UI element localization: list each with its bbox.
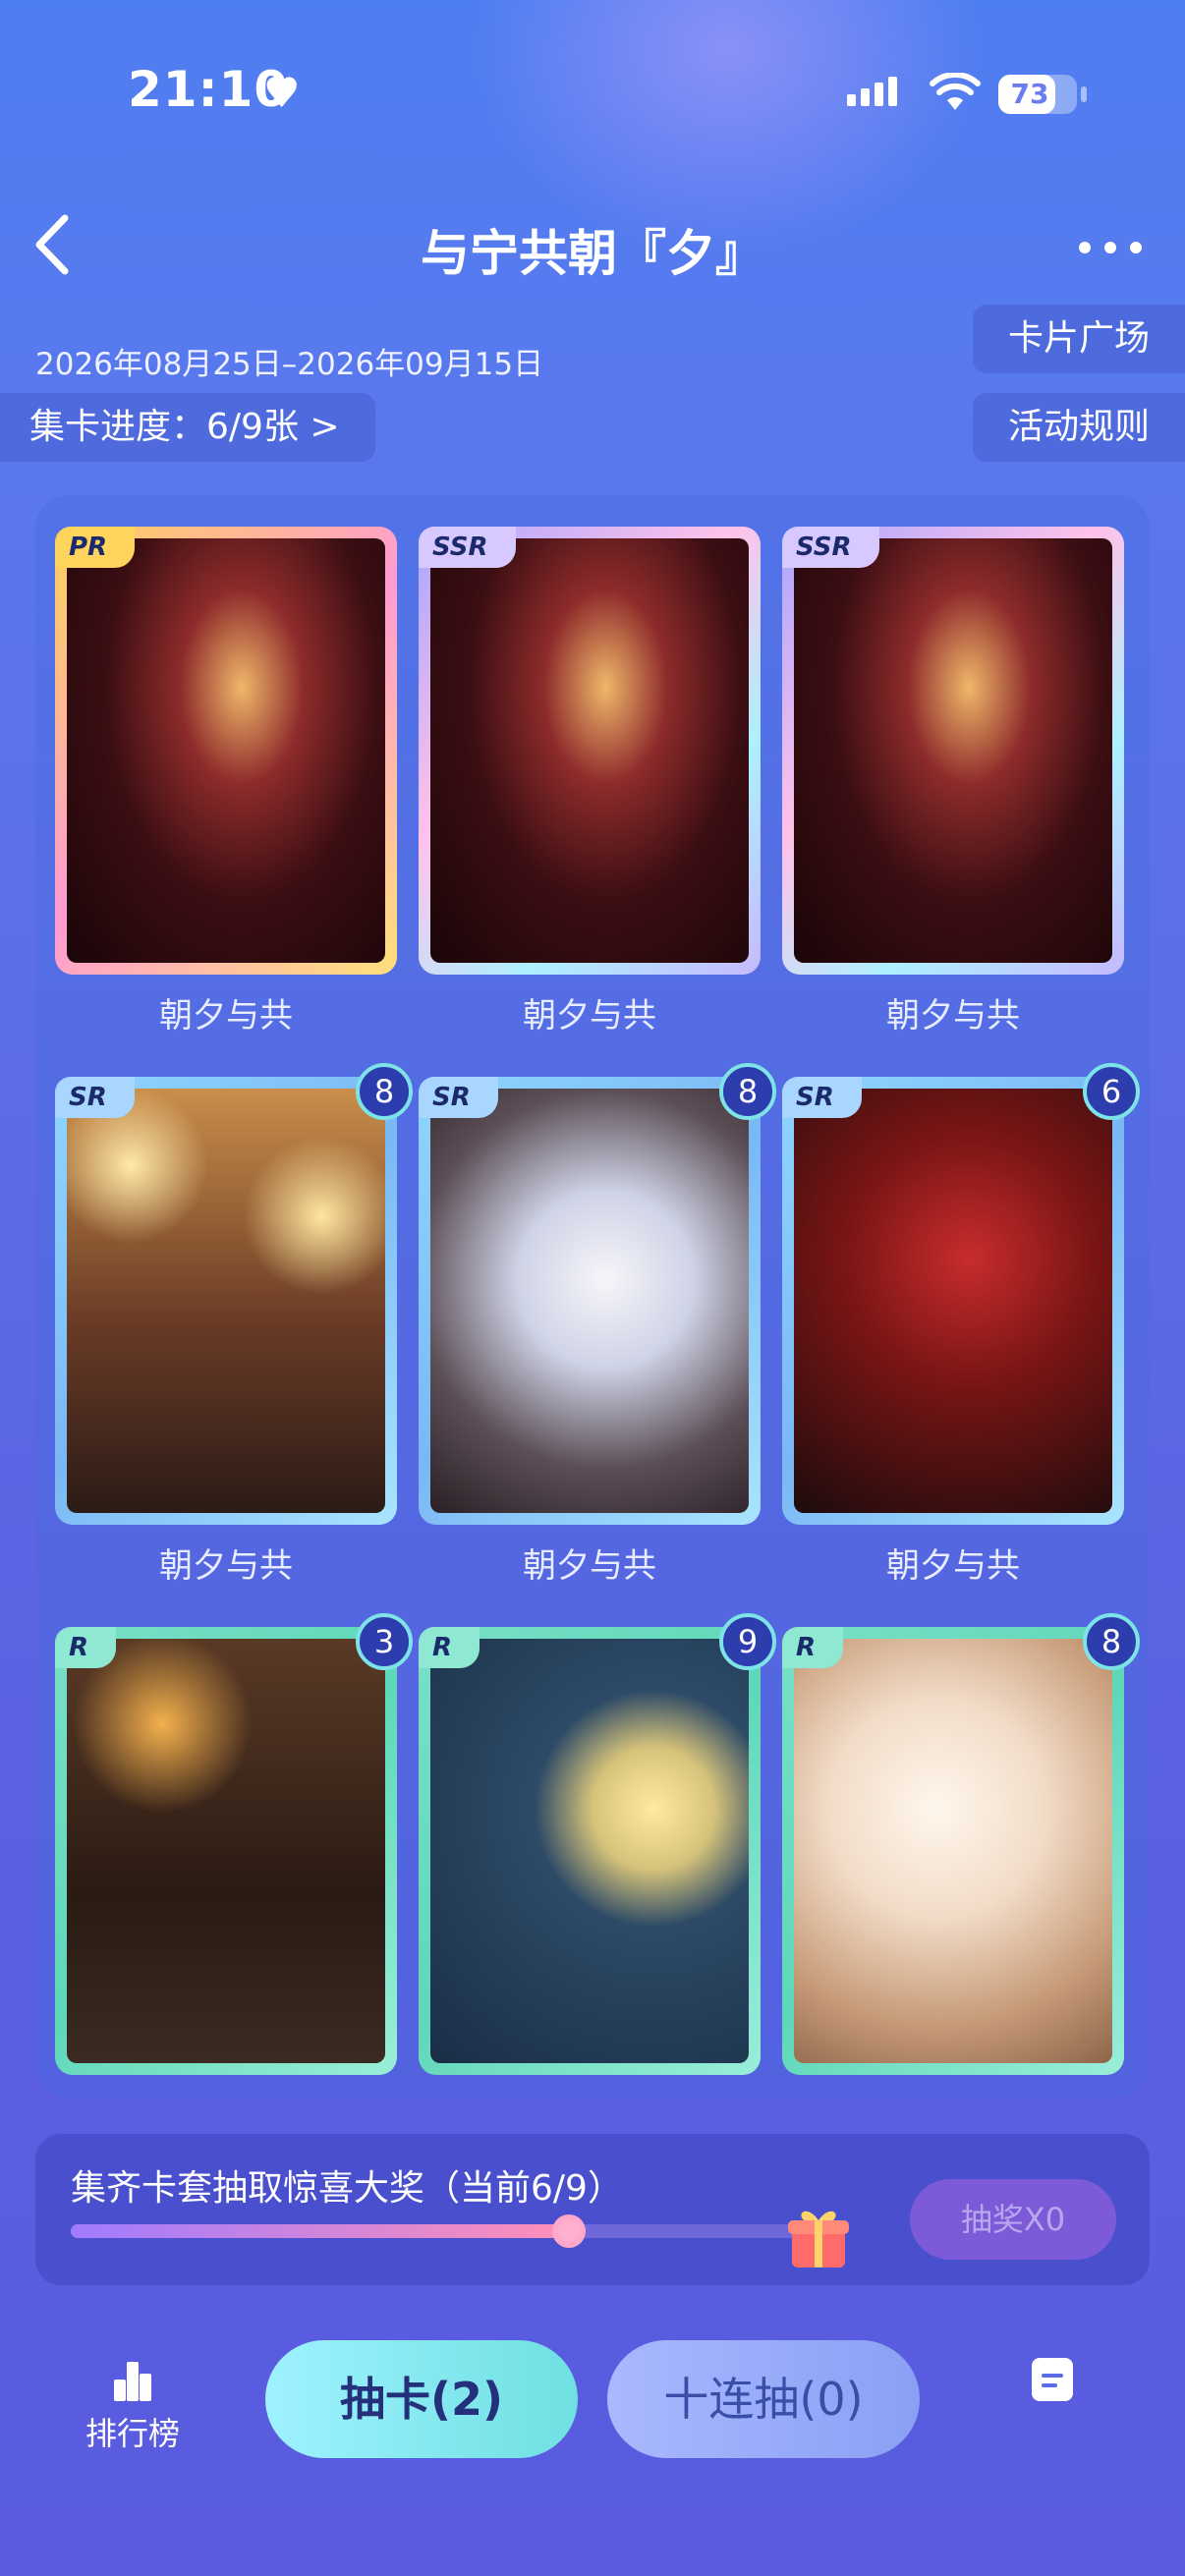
card-rarity-badge: SSR — [782, 527, 879, 568]
collect-reward-text: 集齐卡套抽取惊喜大奖（当前6/9） — [71, 2168, 623, 2209]
card-name: 朝夕与共 — [159, 1546, 293, 1586]
card-count-badge: 6 — [1083, 1063, 1140, 1120]
card-frame: SSR — [419, 527, 761, 975]
card-count-badge: 8 — [356, 1063, 413, 1120]
event-date-range: 2026年08月25日–2026年09月15日 — [35, 347, 544, 382]
card-rarity-badge: PR — [55, 527, 136, 568]
card-frame: SR 8 — [419, 1063, 776, 1525]
card-name: 朝夕与共 — [523, 1546, 656, 1586]
more-dot — [1079, 242, 1091, 253]
leaderboard-button[interactable]: 排行榜 — [79, 2358, 187, 2454]
card-artwork — [794, 1639, 1112, 2063]
activity-rules-button[interactable]: 活动规则 — [973, 393, 1185, 462]
record-icon[interactable] — [1032, 2358, 1073, 2401]
card-count-badge: 3 — [356, 1613, 413, 1670]
card-rarity-badge: R — [419, 1627, 480, 1668]
ten-draw-button[interactable]: 十连抽(0) — [607, 2340, 920, 2458]
card-frame: SR 6 — [782, 1063, 1140, 1525]
card-item[interactable]: SR 8 朝夕与共 — [419, 1063, 776, 1587]
card-item[interactable]: R9 — [419, 1613, 776, 2075]
card-artwork — [794, 538, 1112, 963]
draw-card-button[interactable]: 抽卡(2) — [265, 2340, 578, 2458]
card-frame: PR — [55, 527, 397, 975]
card-square-button[interactable]: 卡片广场 — [973, 305, 1185, 373]
card-count-badge: 8 — [1083, 1613, 1140, 1670]
card-frame: SR 8 — [55, 1063, 413, 1525]
card-name: 朝夕与共 — [159, 996, 293, 1036]
card-artwork — [794, 1089, 1112, 1513]
card-rarity-badge: R — [782, 1627, 844, 1668]
card-artwork — [430, 1089, 749, 1513]
signal-icon — [847, 77, 897, 106]
card-name: 朝夕与共 — [523, 996, 656, 1036]
more-icon[interactable] — [1079, 236, 1142, 259]
bottom-action-bar: 排行榜 抽卡(2) 十连抽(0) — [0, 2319, 1185, 2576]
card-rarity-badge: SR — [782, 1077, 862, 1118]
collection-progress-label: 集卡进度：6/9张 > — [29, 407, 340, 447]
card-frame: R9 — [419, 1613, 776, 2075]
card-name: 朝夕与共 — [886, 1546, 1020, 1586]
card-frame: R8 — [782, 1613, 1140, 2075]
more-dot — [1130, 242, 1142, 253]
card-item[interactable]: SR 6 朝夕与共 — [782, 1063, 1140, 1587]
card-rarity-badge: SR — [55, 1077, 135, 1118]
card-name: 朝夕与共 — [886, 996, 1020, 1036]
card-artwork — [67, 1089, 385, 1513]
page-title: 与宁共朝『夕』 — [421, 225, 764, 282]
card-artwork — [67, 538, 385, 963]
card-count-badge: 8 — [719, 1063, 776, 1120]
card-item[interactable]: SSR 朝夕与共 — [419, 527, 761, 1036]
battery-text: 73 — [1010, 78, 1049, 110]
card-frame: SSR — [782, 527, 1124, 975]
card-artwork — [67, 1639, 385, 2063]
back-icon[interactable] — [29, 210, 79, 279]
card-artwork — [430, 1639, 749, 2063]
leaderboard-label: 排行榜 — [85, 2415, 180, 2452]
gift-icon — [788, 2211, 849, 2268]
collect-progress-knob — [551, 2214, 586, 2248]
collect-progress-fill — [71, 2224, 569, 2238]
card-item[interactable]: R3 — [55, 1613, 413, 2075]
battery-tip — [1081, 86, 1087, 102]
battery-icon: 73 — [998, 75, 1077, 114]
heart-icon: ♥ — [263, 69, 301, 117]
card-count-badge: 9 — [719, 1613, 776, 1670]
card-artwork — [430, 538, 749, 963]
card-rarity-badge: R — [55, 1627, 117, 1668]
more-dot — [1104, 242, 1116, 253]
collect-reward-panel: 集齐卡套抽取惊喜大奖（当前6/9） 抽奖X0 — [35, 2134, 1150, 2285]
status-bar: 21:10 ♥ 73 — [0, 0, 1185, 187]
card-grid: PR 朝夕与共 SSR 朝夕与共 SSR 朝夕与共 SR 8 朝夕与共 SR 8 朝夕与共 SR 6 朝夕与… — [35, 495, 1150, 2099]
card-frame: R3 — [55, 1613, 413, 2075]
card-rarity-badge: SSR — [419, 527, 516, 568]
wifi-icon — [930, 73, 981, 110]
lottery-button[interactable]: 抽奖X0 — [910, 2179, 1116, 2260]
collect-progress-bar — [71, 2214, 818, 2248]
card-item[interactable]: PR 朝夕与共 — [55, 527, 397, 1036]
card-rarity-badge: SR — [419, 1077, 498, 1118]
card-item[interactable]: SR 8 朝夕与共 — [55, 1063, 413, 1587]
card-item[interactable]: R8 — [782, 1613, 1140, 2075]
card-item[interactable]: SSR 朝夕与共 — [782, 527, 1124, 1036]
leaderboard-icon — [108, 2358, 157, 2401]
collection-progress-link[interactable]: 集卡进度：6/9张 > — [0, 393, 375, 462]
